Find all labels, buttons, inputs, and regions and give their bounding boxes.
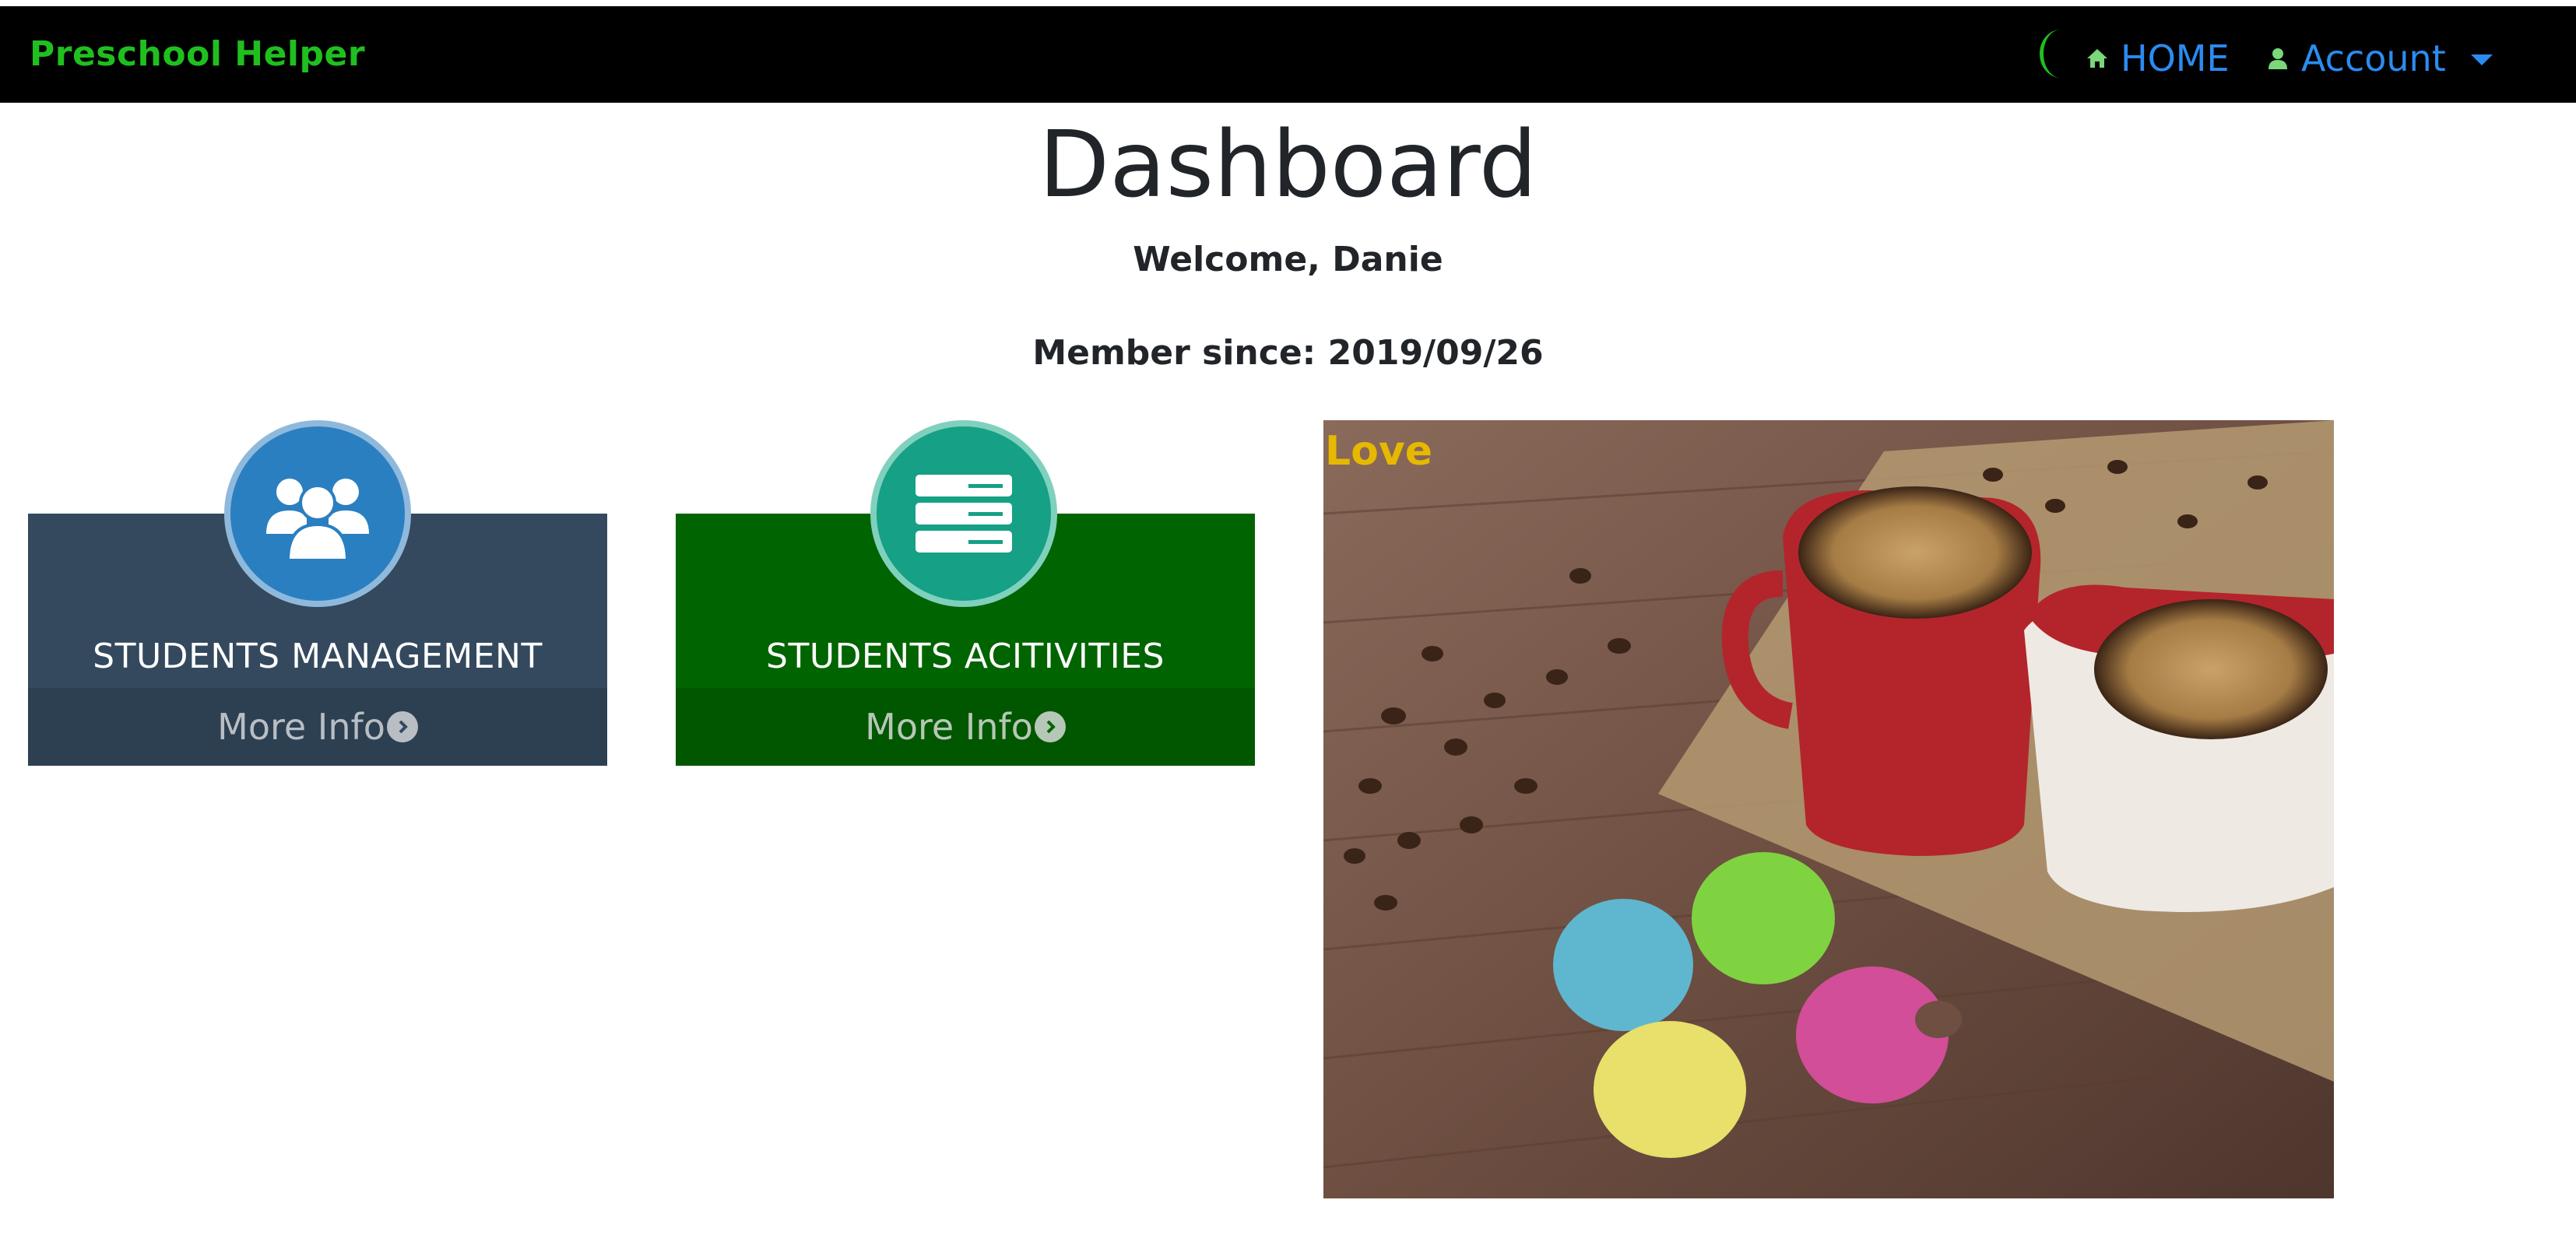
love-photo: Love <box>1323 420 2334 1198</box>
chevron-right-circle-icon <box>1034 711 1066 742</box>
photo-caption: Love <box>1325 428 1433 475</box>
coffee-macarons-image <box>1323 420 2334 1198</box>
loading-spinner-icon <box>2040 30 2082 78</box>
user-icon <box>2268 48 2287 69</box>
chevron-right-circle-icon <box>386 711 418 742</box>
nav-account-dropdown[interactable]: Account <box>2265 37 2493 79</box>
nav-home-label: HOME <box>2121 37 2230 79</box>
nav-home-link[interactable]: HOME <box>2085 37 2230 79</box>
top-strip <box>0 0 2576 6</box>
more-info-label: More Info <box>865 706 1033 748</box>
caret-down-icon <box>2470 54 2493 65</box>
more-info-link[interactable]: More Info <box>28 688 607 766</box>
card-label: STUDENTS MANAGEMENT <box>93 637 543 676</box>
nav-account-label: Account <box>2301 37 2446 79</box>
card-label: STUDENTS ACITIVITIES <box>766 637 1165 676</box>
more-info-link[interactable]: More Info <box>676 688 1255 766</box>
navbar: Preschool Helper HOME Account <box>0 6 2576 103</box>
server-list-icon <box>870 420 1057 607</box>
more-info-label: More Info <box>217 706 385 748</box>
home-icon <box>2087 49 2107 68</box>
page-title: Dashboard <box>1038 111 1538 218</box>
member-since-text: Member since: 2019/09/26 <box>1032 333 1544 373</box>
welcome-text: Welcome, Danie <box>1133 240 1443 279</box>
brand-link[interactable]: Preschool Helper <box>30 34 365 74</box>
users-icon <box>224 420 411 607</box>
